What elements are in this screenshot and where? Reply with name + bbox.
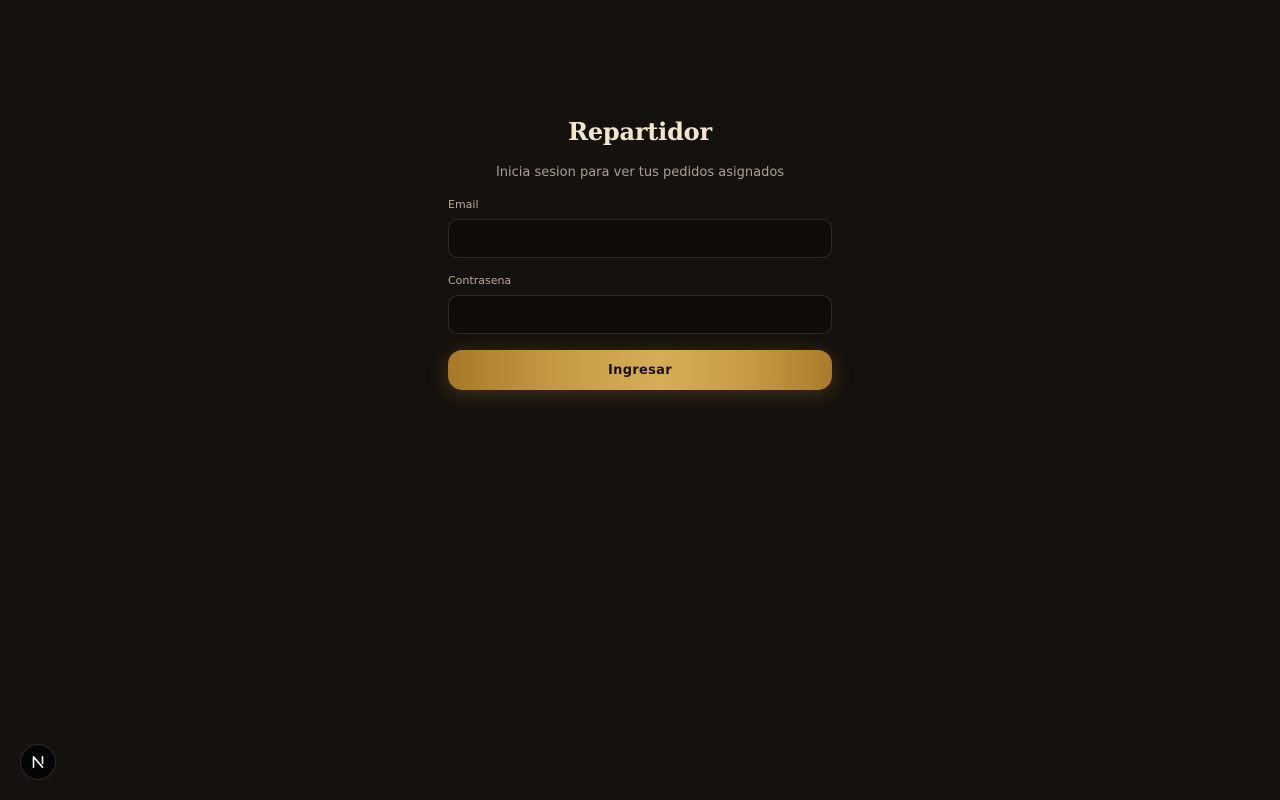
page-subtitle: Inicia sesion para ver tus pedidos asign… [495,165,785,180]
email-label: Email [448,198,479,211]
page-title: Repartidor [568,117,712,146]
nextjs-icon [32,756,44,768]
nextjs-dev-tools-button[interactable] [20,744,56,780]
email-field[interactable] [448,219,832,258]
password-label: Contrasena [448,274,512,287]
login-button[interactable]: Ingresar [448,350,832,390]
password-field[interactable] [448,295,832,334]
login-form: Repartidor Inicia sesion para ver tus pe… [448,112,832,390]
